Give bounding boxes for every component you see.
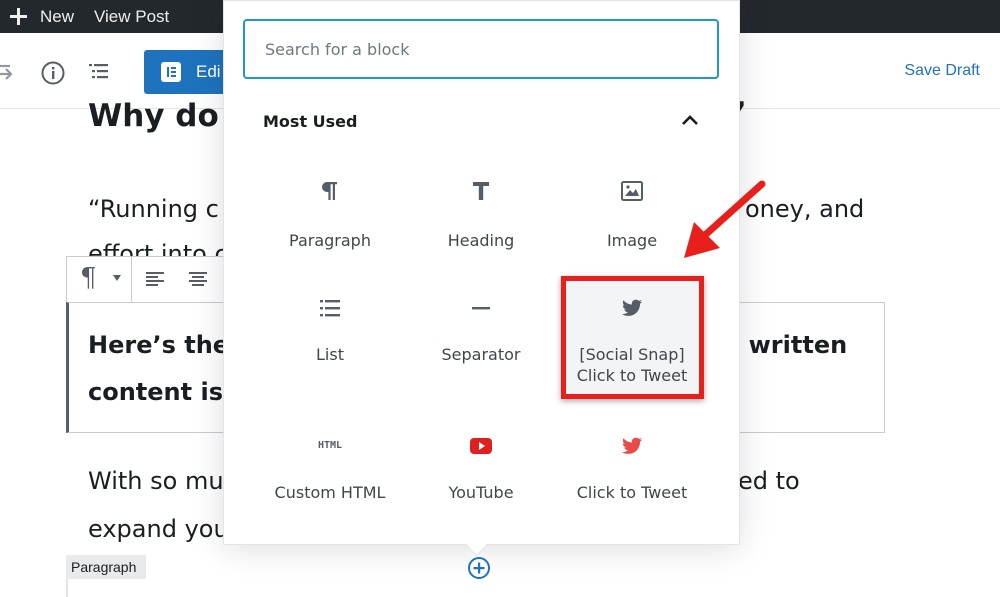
align-center-icon[interactable] — [188, 271, 208, 287]
paragraph-line[interactable]: ed to — [738, 467, 800, 495]
edit-button-label: Edi — [196, 62, 221, 81]
elementor-icon — [161, 62, 181, 82]
paragraph-line[interactable]: expand you — [88, 515, 229, 543]
view-post-link[interactable]: View Post — [94, 0, 169, 33]
block-label: Heading — [447, 231, 515, 250]
bold-paragraph-line[interactable]: content is r — [88, 378, 243, 406]
list-icon — [320, 300, 340, 317]
bold-paragraph-line[interactable]: Here’s the — [88, 331, 229, 359]
twitter-icon — [622, 437, 642, 454]
block-type-label: Paragraph — [66, 555, 146, 579]
edit-with-elementor-button[interactable]: Edi — [144, 50, 234, 94]
highlight-annotation-box — [561, 276, 704, 399]
block-item-paragraph[interactable]: Paragraph — [255, 175, 405, 290]
arrow-annotation-icon — [684, 180, 766, 258]
block-label: Separator — [441, 345, 521, 364]
most-used-section-title[interactable]: Most Used — [263, 112, 357, 131]
info-icon[interactable] — [40, 60, 66, 86]
block-item-separator[interactable]: Separator — [406, 292, 556, 407]
post-heading[interactable]: Why do — [88, 98, 219, 134]
block-item-youtube[interactable]: YouTube — [406, 430, 556, 545]
redo-icon[interactable] — [0, 62, 18, 82]
block-type-switcher[interactable]: ¶ — [80, 263, 97, 293]
paragraph-line[interactable]: With so mu — [88, 467, 224, 495]
image-icon — [621, 181, 643, 201]
block-item-list[interactable]: List — [255, 292, 405, 407]
block-label: Custom HTML — [274, 483, 386, 502]
save-draft-link[interactable]: Save Draft — [904, 62, 980, 80]
block-label: List — [316, 345, 344, 364]
block-label: YouTube — [448, 483, 514, 502]
toolbar-divider — [131, 256, 132, 302]
block-label: Paragraph — [289, 231, 371, 250]
block-border — [66, 579, 68, 597]
document-outline-icon[interactable] — [88, 62, 110, 82]
youtube-icon — [470, 438, 492, 454]
new-menu-item[interactable]: New — [40, 0, 74, 33]
add-block-icon[interactable] — [467, 556, 491, 580]
paragraph-icon — [322, 182, 337, 200]
plus-icon[interactable] — [10, 8, 27, 25]
block-search-input[interactable] — [243, 19, 719, 79]
block-item-heading[interactable]: Heading — [406, 175, 556, 290]
heading-icon — [473, 182, 489, 200]
align-left-icon[interactable] — [146, 271, 166, 287]
block-label: Click to Tweet — [576, 483, 688, 502]
block-item-custom-html[interactable]: HTML Custom HTML — [255, 430, 405, 545]
chevron-up-icon[interactable] — [680, 113, 700, 127]
html-icon: HTML — [317, 440, 343, 451]
paragraph-line[interactable]: “Running c — [88, 195, 219, 223]
caret-down-icon — [113, 275, 121, 281]
separator-icon — [472, 307, 490, 310]
block-item-click-to-tweet[interactable]: Click to Tweet — [557, 430, 707, 545]
bold-paragraph-line[interactable]: e written — [724, 331, 847, 359]
